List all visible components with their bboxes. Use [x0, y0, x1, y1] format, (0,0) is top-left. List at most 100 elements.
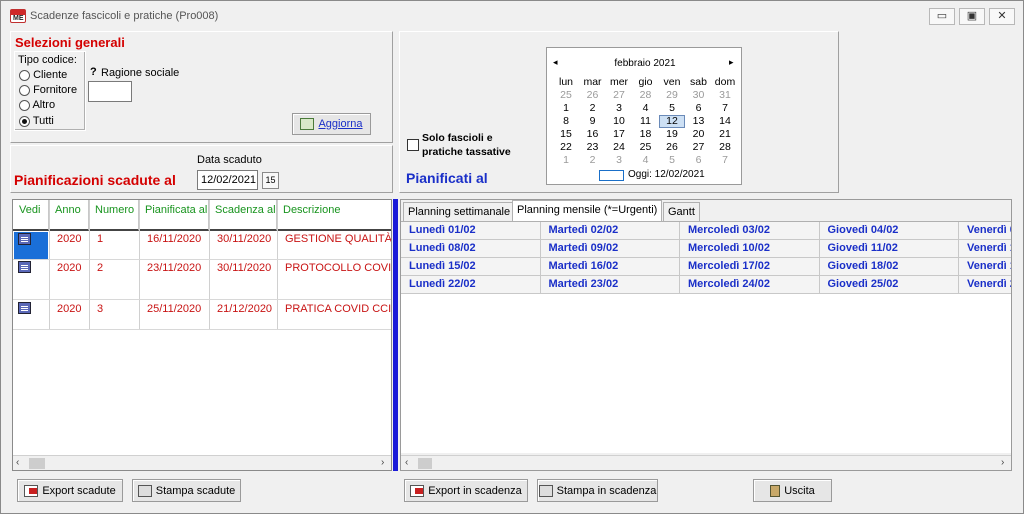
calendar-day[interactable]: 17 — [606, 128, 632, 140]
left-horizontal-scrollbar[interactable]: ‹ › — [13, 455, 391, 470]
cell-scadenza[interactable]: 21/12/2020 — [211, 299, 272, 315]
stampa-scadute-button[interactable]: Stampa scadute — [132, 479, 241, 502]
cell-anno[interactable]: 2020 — [51, 229, 81, 245]
col-header-descrizione[interactable]: Descrizione — [277, 200, 391, 231]
planning-day-cell[interactable]: Martedì 09/02 — [540, 240, 680, 258]
cell-anno[interactable]: 2020 — [51, 299, 81, 315]
calendar-day[interactable]: 6 — [686, 154, 712, 166]
calendar-day[interactable]: 3 — [606, 154, 632, 166]
calendar-day[interactable]: 2 — [580, 102, 606, 114]
calendar-day[interactable]: 12 — [659, 115, 685, 128]
col-header-vedi[interactable]: Vedi — [13, 200, 49, 231]
calendar-day[interactable]: 13 — [686, 115, 712, 127]
calendar-day[interactable]: 19 — [659, 128, 685, 140]
scroll-left-icon[interactable]: ‹ — [405, 457, 408, 468]
export-scadenza-button[interactable]: Export in scadenza — [404, 479, 528, 502]
planning-day-cell[interactable]: Martedì 16/02 — [540, 258, 680, 276]
stampa-scadenza-button[interactable]: Stampa in scadenza — [537, 479, 658, 502]
planning-day-cell[interactable]: Lunedì 01/02 — [401, 222, 541, 240]
data-scaduto-input[interactable]: 12/02/2021 — [197, 170, 258, 190]
minimize-button[interactable]: ▭ — [929, 8, 955, 25]
planning-day-cell[interactable]: Lunedì 08/02 — [401, 240, 541, 258]
col-header-numero[interactable]: Numero — [89, 200, 139, 231]
planning-day-cell[interactable]: Giovedì 25/02 — [819, 276, 959, 294]
panel-splitter[interactable] — [393, 199, 398, 471]
calendar-month-label[interactable]: febbraio 2021 — [547, 58, 743, 69]
export-scadute-button[interactable]: Export scadute — [17, 479, 123, 502]
calendar-day[interactable]: 27 — [686, 141, 712, 153]
radio-fornitore[interactable]: Fornitore — [19, 84, 77, 96]
tassative-checkbox[interactable] — [407, 139, 419, 151]
calendar-day[interactable]: 4 — [633, 154, 659, 166]
radio-tutti[interactable]: Tutti — [19, 115, 54, 127]
view-icon[interactable] — [18, 261, 31, 273]
calendar-day[interactable]: 23 — [580, 141, 606, 153]
cell-numero[interactable]: 2 — [91, 258, 103, 274]
planning-day-cell[interactable]: Lunedì 22/02 — [401, 276, 541, 294]
calendar-day[interactable]: 28 — [712, 141, 738, 153]
calendar-day[interactable]: 6 — [686, 102, 712, 114]
calendar-day[interactable]: 14 — [712, 115, 738, 127]
planning-day-cell[interactable]: Venerdì 05/02 — [959, 222, 1011, 240]
right-horizontal-scrollbar[interactable]: ‹ › — [401, 455, 1011, 470]
scroll-right-icon[interactable]: › — [1001, 457, 1004, 468]
cell-scadenza[interactable]: 30/11/2020 — [211, 229, 271, 245]
cell-numero[interactable]: 1 — [91, 229, 103, 245]
calendar-day[interactable]: 18 — [633, 128, 659, 140]
planning-day-cell[interactable]: Mercoledì 03/02 — [680, 222, 820, 240]
aggiorna-button[interactable]: Aggiorna — [292, 113, 371, 135]
planning-day-cell[interactable]: Venerdì 19/02 — [959, 258, 1011, 276]
scroll-right-icon[interactable]: › — [381, 457, 384, 468]
calendar-day[interactable]: 16 — [580, 128, 606, 140]
calendar[interactable]: ◂ febbraio 2021 ▸ lun mar mer gio ven sab dom 2… — [546, 47, 742, 185]
tab-gantt[interactable]: Gantt — [663, 202, 700, 221]
cell-pianificata[interactable]: 25/11/2020 — [141, 299, 201, 315]
planning-day-cell[interactable]: Venerdì 12/02 — [959, 240, 1011, 258]
calendar-day[interactable]: 31 — [712, 89, 738, 101]
calendar-day[interactable]: 1 — [553, 154, 579, 166]
cell-descrizione[interactable]: PROTOCOLLO COVID — [279, 258, 391, 274]
calendar-day[interactable]: 26 — [580, 89, 606, 101]
uscita-button[interactable]: Uscita — [753, 479, 832, 502]
cell-descrizione[interactable]: PRATICA COVID CCIAA — [279, 299, 391, 315]
planning-day-cell[interactable]: Lunedì 15/02 — [401, 258, 541, 276]
calendar-day[interactable]: 5 — [659, 154, 685, 166]
planning-day-cell[interactable]: Venerdì 26/02 — [959, 276, 1011, 294]
calendar-day[interactable]: 28 — [633, 89, 659, 101]
calendar-today-label[interactable]: Oggi: 12/02/2021 — [628, 169, 705, 180]
calendar-next-icon[interactable]: ▸ — [729, 57, 734, 68]
calendar-day[interactable]: 10 — [606, 115, 632, 127]
planning-day-cell[interactable]: Martedì 23/02 — [540, 276, 680, 294]
calendar-day[interactable]: 26 — [659, 141, 685, 153]
planning-day-cell[interactable]: Mercoledì 24/02 — [680, 276, 820, 294]
maximize-button[interactable]: ▣ — [959, 8, 985, 25]
planning-day-cell[interactable]: Giovedì 18/02 — [819, 258, 959, 276]
calendar-day[interactable]: 4 — [633, 102, 659, 114]
col-header-anno[interactable]: Anno — [49, 200, 89, 231]
calendar-day[interactable]: 27 — [606, 89, 632, 101]
cell-pianificata[interactable]: 16/11/2020 — [141, 229, 201, 245]
calendar-day[interactable]: 5 — [659, 102, 685, 114]
planning-day-cell[interactable]: Martedì 02/02 — [540, 222, 680, 240]
calendar-day[interactable]: 30 — [686, 89, 712, 101]
calendar-day[interactable]: 29 — [659, 89, 685, 101]
cell-pianificata[interactable]: 23/11/2020 — [141, 258, 201, 274]
planning-day-cell[interactable]: Mercoledì 17/02 — [680, 258, 820, 276]
calendar-day[interactable]: 15 — [553, 128, 579, 140]
col-header-pianificata[interactable]: Pianificata al — [139, 200, 209, 231]
scroll-thumb[interactable] — [29, 458, 45, 469]
close-button[interactable]: ✕ — [989, 8, 1015, 25]
scroll-thumb[interactable] — [418, 458, 432, 469]
calendar-day[interactable]: 25 — [553, 89, 579, 101]
planning-day-cell[interactable]: Giovedì 11/02 — [819, 240, 959, 258]
calendar-day[interactable]: 22 — [553, 141, 579, 153]
calendar-day[interactable]: 9 — [580, 115, 606, 127]
planning-day-cell[interactable]: Giovedì 04/02 — [819, 222, 959, 240]
view-icon[interactable] — [18, 302, 31, 314]
tab-planning-mensile[interactable]: Planning mensile (*=Urgenti) — [512, 200, 663, 222]
date-picker-button[interactable]: 15 — [262, 172, 279, 189]
help-icon[interactable]: ? — [90, 66, 97, 78]
calendar-day[interactable]: 25 — [633, 141, 659, 153]
view-icon[interactable] — [18, 233, 31, 245]
cell-numero[interactable]: 3 — [91, 299, 103, 315]
